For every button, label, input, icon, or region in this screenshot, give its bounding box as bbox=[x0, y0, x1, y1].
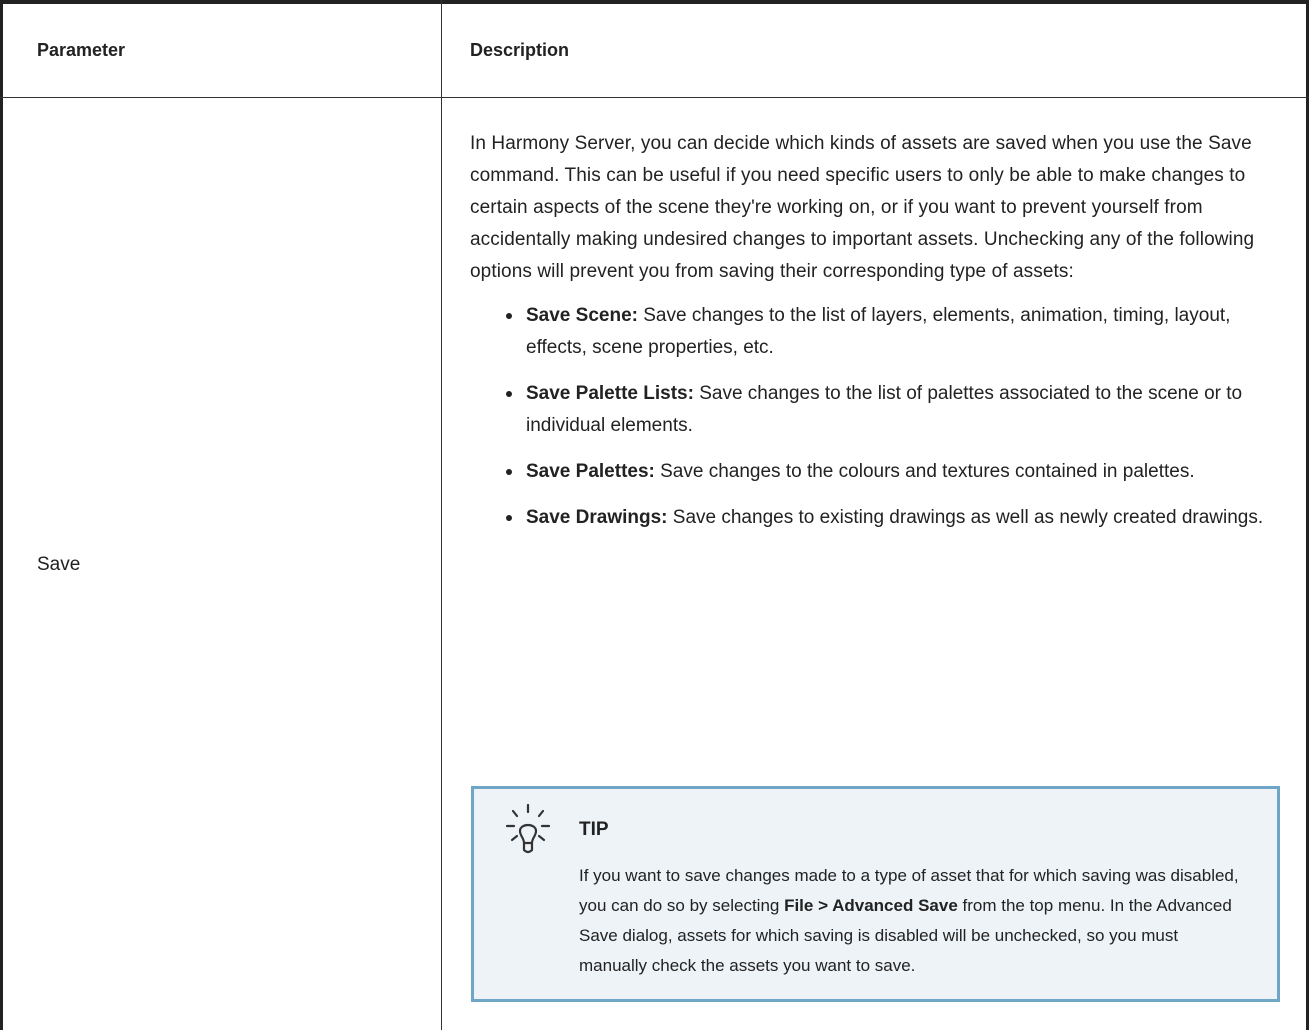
list-item-save-scene: Save Scene: Save changes to the list of … bbox=[506, 300, 1290, 364]
save-options-list: Save Scene: Save changes to the list of … bbox=[470, 300, 1290, 534]
table-top-border bbox=[0, 0, 1309, 4]
header-parameter: Parameter bbox=[37, 40, 126, 60]
list-item-term: Save Palette Lists: bbox=[526, 383, 694, 404]
tip-callout: TIP If you want to save changes made to … bbox=[471, 786, 1280, 1002]
list-item-save-palettes: Save Palettes: Save changes to the colou… bbox=[506, 456, 1290, 488]
tip-menu-path: File > Advanced Save bbox=[784, 896, 958, 915]
list-item-text: Save changes to existing drawings as wel… bbox=[667, 507, 1264, 528]
bullet-icon bbox=[506, 313, 512, 319]
bullet-icon bbox=[506, 391, 512, 397]
table-left-border bbox=[0, 0, 3, 1030]
tip-title: TIP bbox=[579, 819, 609, 840]
tip-body: If you want to save changes made to a ty… bbox=[579, 861, 1244, 981]
list-item-save-palette-lists: Save Palette Lists: Save changes to the … bbox=[506, 378, 1290, 442]
bullet-icon bbox=[506, 469, 512, 475]
list-item-term: Save Scene: bbox=[526, 305, 638, 326]
lightbulb-icon bbox=[504, 801, 552, 861]
parameter-cell-save: Save bbox=[37, 554, 81, 575]
list-item-text: Save changes to the colours and textures… bbox=[654, 461, 1195, 482]
bullet-icon bbox=[506, 515, 512, 521]
list-item-term: Save Palettes: bbox=[526, 461, 655, 482]
column-divider bbox=[441, 0, 442, 1030]
header-divider bbox=[0, 97, 1309, 98]
header-description: Description bbox=[470, 40, 570, 60]
list-item-save-drawings: Save Drawings: Save changes to existing … bbox=[506, 502, 1290, 534]
list-item-term: Save Drawings: bbox=[526, 507, 668, 528]
parameter-table: Parameter Description Save In Harmony Se… bbox=[0, 0, 1309, 1030]
description-intro: In Harmony Server, you can decide which … bbox=[470, 133, 1255, 282]
description-cell: In Harmony Server, you can decide which … bbox=[470, 128, 1290, 548]
